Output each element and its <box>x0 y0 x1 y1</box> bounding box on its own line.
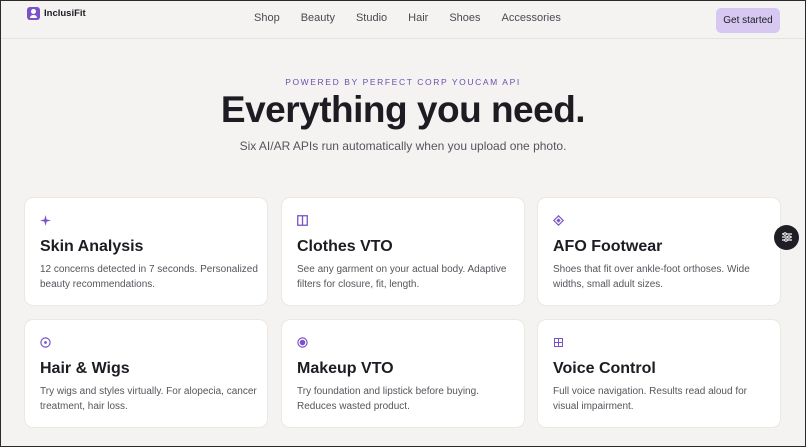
feature-description: See any garment on your actual body. Ada… <box>297 264 507 290</box>
feature-card-makeup-vto[interactable]: Makeup VTO Try foundation and lipstick b… <box>281 319 525 428</box>
accessibility-menu-button[interactable] <box>774 225 799 250</box>
hero-eyebrow: POWERED BY PERFECT CORP YOUCAM API <box>285 77 521 87</box>
feature-title: Makeup VTO <box>297 360 394 377</box>
get-started-button[interactable]: Get started <box>716 8 780 33</box>
nav-links: Shop Beauty Studio Hair Shoes Accessorie… <box>254 12 561 24</box>
nav-link-accessories[interactable]: Accessories <box>502 12 561 24</box>
feature-description: Shoes that fit over ankle-foot orthoses.… <box>553 264 750 290</box>
nav-link-shoes[interactable]: Shoes <box>449 12 480 24</box>
brand-logo[interactable]: InclusiFit <box>27 7 86 20</box>
nav-link-shop[interactable]: Shop <box>254 12 280 24</box>
hero-subtitle: Six AI/AR APIs run automatically when yo… <box>239 139 567 153</box>
nav-link-studio[interactable]: Studio <box>356 12 387 24</box>
feature-description: Try foundation and lipstick before buyin… <box>297 386 479 412</box>
brand-name: InclusiFit <box>44 8 86 19</box>
feature-title: Clothes VTO <box>297 238 393 255</box>
feature-title: Hair & Wigs <box>40 360 130 377</box>
feature-card-voice-control[interactable]: Voice Control Full voice navigation. Res… <box>537 319 781 428</box>
top-nav: InclusiFit Shop Beauty Studio Hair Shoes… <box>1 1 805 39</box>
panel-icon <box>297 215 308 226</box>
feature-description: Try wigs and styles virtually. For alope… <box>40 386 257 412</box>
feature-card-clothes-vto[interactable]: Clothes VTO See any garment on your actu… <box>281 197 525 306</box>
feature-title: Voice Control <box>553 360 656 377</box>
diamond-icon <box>553 215 564 226</box>
feature-description: 12 concerns detected in 7 seconds. Perso… <box>40 264 258 290</box>
circle-dot-icon <box>40 337 51 348</box>
feature-card-skin-analysis[interactable]: Skin Analysis 12 concerns detected in 7 … <box>24 197 268 306</box>
feature-description: Full voice navigation. Results read alou… <box>553 386 747 412</box>
feature-title: AFO Footwear <box>553 238 663 255</box>
user-icon <box>27 7 40 20</box>
sparkle-icon <box>40 215 51 226</box>
sliders-icon <box>781 229 793 247</box>
feature-card-hair-wigs[interactable]: Hair & Wigs Try wigs and styles virtuall… <box>24 319 268 428</box>
hero-title: Everything you need. <box>220 89 586 130</box>
feature-title: Skin Analysis <box>40 238 144 255</box>
filled-circle-icon <box>297 337 308 348</box>
nav-link-beauty[interactable]: Beauty <box>301 12 335 24</box>
feature-card-afo-footwear[interactable]: AFO Footwear Shoes that fit over ankle-f… <box>537 197 781 306</box>
nav-link-hair[interactable]: Hair <box>408 12 428 24</box>
grid-icon <box>553 337 564 348</box>
